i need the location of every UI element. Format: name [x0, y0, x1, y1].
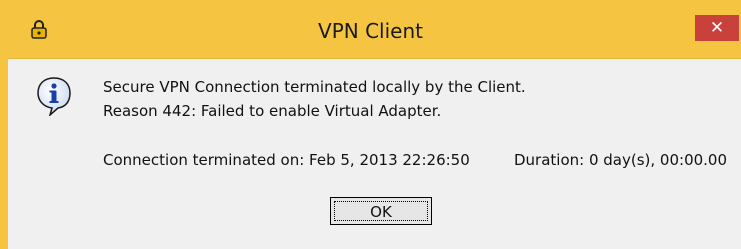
window-title: VPN Client	[318, 19, 423, 43]
message-line-2: Reason 442: Failed to enable Virtual Ada…	[103, 102, 442, 120]
info-icon	[37, 77, 71, 116]
close-button[interactable]: ✕	[695, 15, 739, 41]
duration-text: Duration: 0 day(s), 00:00.00	[514, 151, 728, 169]
title-bar[interactable]: VPN Client ✕	[0, 0, 741, 58]
message-line-1: Secure VPN Connection terminated locally…	[103, 78, 526, 96]
vpn-client-dialog: VPN Client ✕ Secure VPN Connection termi…	[0, 0, 741, 249]
dialog-body: Secure VPN Connection terminated locally…	[8, 58, 741, 249]
ok-button[interactable]: OK	[330, 197, 432, 225]
connection-terminated-text: Connection terminated on: Feb 5, 2013 22…	[103, 151, 470, 169]
ok-button-label: OK	[334, 201, 428, 221]
